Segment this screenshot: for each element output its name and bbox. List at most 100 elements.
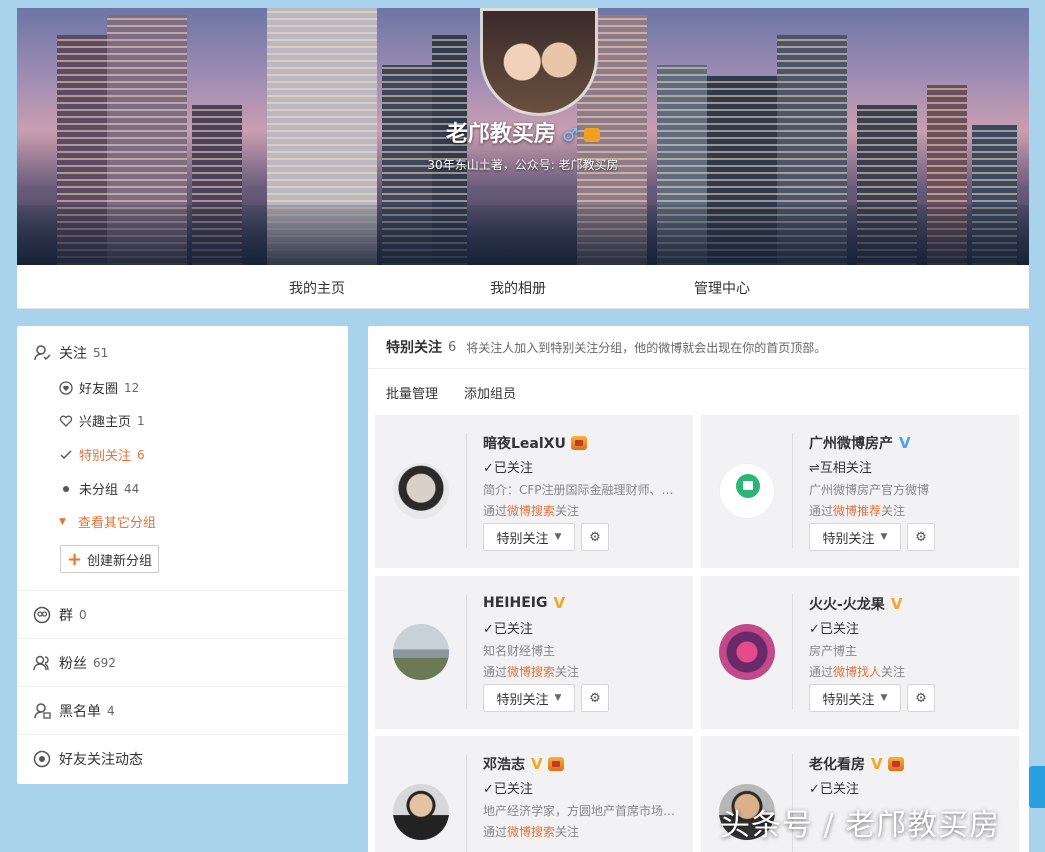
watermark: 头条号 / 老邝教买房 (720, 808, 1001, 843)
heart-icon (59, 415, 73, 427)
add-member-link[interactable]: 添加组员 (464, 383, 516, 402)
user-avatar[interactable] (393, 463, 449, 519)
follow-status: ⇌互相关注 (809, 461, 872, 476)
profile-description: 30年东山土著，公众号: 老邝教买房 (427, 158, 619, 172)
special-follow-dropdown[interactable]: 特别关注 ▼ (809, 684, 901, 712)
user-avatar[interactable] (719, 463, 775, 519)
nav-manage[interactable]: 管理中心 (694, 278, 750, 298)
group-icon (33, 606, 51, 624)
verified-blue-icon: V (899, 434, 911, 452)
follow-status: ✓已关注 (809, 622, 859, 637)
user-name[interactable]: HEIHEIG V (483, 594, 565, 612)
check-icon: ✓ (483, 461, 494, 476)
sidebar-item-groups[interactable]: 群0 (33, 605, 87, 625)
sidebar-item-ungrouped[interactable]: 未分组 44 (59, 479, 139, 498)
follow-status: ✓已关注 (483, 461, 533, 476)
check-icon: ✓ (483, 622, 494, 637)
follow-source: 通过微博搜索关注 (483, 504, 580, 518)
user-bio: 知名财经博主 (483, 644, 556, 658)
follow-source: 通过微博搜索关注 (483, 665, 580, 679)
divider (792, 433, 793, 548)
gear-icon[interactable]: ⚙ (581, 684, 609, 712)
fans-icon (33, 655, 49, 671)
sidebar-item-follow[interactable]: 关注 51 (33, 343, 108, 363)
user-bio: 地产经济学家，方圆地产首席市场… (483, 804, 676, 818)
plus-icon: + (66, 548, 83, 570)
follow-source: 通过微博找人关注 (809, 665, 906, 679)
special-follow-dropdown[interactable]: 特别关注 ▼ (809, 523, 901, 551)
sidebar: 关注 51 好友圈 12 兴趣主页 1 特别关注 6 未分组 44 ▼ 查看其它分组 + 创… (17, 326, 348, 784)
profile-name: 老邝教买房 ♂ (17, 116, 1029, 148)
sidebar-item-friends-feed[interactable]: 好友关注动态 (33, 749, 143, 769)
user-bio: 简介：CFP注册国际金融理财师、… (483, 483, 674, 497)
verified-gold-icon: V (871, 755, 883, 773)
special-follow-dropdown[interactable]: 特别关注 ▼ (483, 523, 575, 551)
sidebar-item-interest[interactable]: 兴趣主页 1 (59, 411, 145, 430)
batch-manage-link[interactable]: 批量管理 (386, 383, 438, 402)
create-group-button[interactable]: + 创建新分组 (60, 545, 159, 573)
follow-status: ✓已关注 (809, 782, 859, 797)
divider (17, 590, 348, 591)
verified-gold-icon: V (890, 595, 903, 613)
back-to-top-button[interactable] (1029, 766, 1045, 808)
user-bio: 房产博主 (809, 644, 858, 658)
vip-crown-icon (584, 128, 601, 142)
caret-down-icon: ▼ (59, 516, 66, 527)
sidebar-item-blacklist[interactable]: 黑名单 4 (33, 701, 115, 721)
dot-icon (63, 485, 69, 492)
sidebar-item-special[interactable]: 特别关注 6 (59, 445, 145, 464)
user-name[interactable]: 邓浩志 V (483, 754, 564, 774)
caret-down-icon: ▼ (880, 693, 888, 703)
user-name[interactable]: 广州微博房产 V (809, 433, 911, 453)
cover-banner: 老邝教买房 ♂ 30年东山土著，公众号: 老邝教买房 (17, 8, 1029, 265)
user-name[interactable]: 暗夜LealXU (483, 433, 587, 453)
sidebar-item-fans[interactable]: 粉丝 692 (33, 653, 116, 673)
divider (17, 734, 348, 735)
follow-source: 通过微博推荐关注 (809, 504, 906, 518)
check-icon: ✓ (483, 782, 494, 797)
main-panel: 特别关注 6 将关注人加入到特别关注分组，他的微博就会出现在你的首页顶部。 批量… (368, 326, 1029, 852)
sidebar-item-friends[interactable]: 好友圈 12 (59, 378, 139, 397)
vip-crown-icon (887, 757, 904, 771)
divider (792, 594, 793, 709)
user-avatar[interactable] (719, 624, 775, 680)
divider (17, 686, 348, 687)
profile-nav: 我的主页 我的相册 管理中心 (17, 265, 1029, 309)
user-avatar[interactable] (393, 624, 449, 680)
user-name[interactable]: 老化看房 V (809, 754, 904, 774)
check-icon: ✓ (809, 622, 820, 637)
gear-icon[interactable]: ⚙ (581, 523, 609, 551)
verified-gold-icon: V (531, 755, 543, 773)
divider (466, 754, 467, 852)
caret-down-icon: ▼ (554, 693, 562, 703)
target-icon (33, 750, 51, 768)
sidebar-more-groups[interactable]: ▼ 查看其它分组 (59, 512, 156, 531)
nav-album[interactable]: 我的相册 (490, 278, 546, 298)
caret-down-icon: ▼ (880, 532, 888, 542)
user-card: 暗夜LealXU ✓已关注 简介：CFP注册国际金融理财师、… 通过微博搜索关注… (375, 415, 693, 568)
user-card: 邓浩志 V ✓已关注 地产经济学家，方圆地产首席市场… 通过微博搜索关注 (375, 736, 693, 852)
special-follow-dropdown[interactable]: 特别关注 ▼ (483, 684, 575, 712)
follow-status: ✓已关注 (483, 622, 533, 637)
divider (466, 433, 467, 548)
check-icon (60, 450, 72, 459)
follow-icon (34, 345, 51, 361)
user-name[interactable]: 火火-火龙果 V (809, 594, 902, 614)
user-card: HEIHEIG V ✓已关注 知名财经博主 通过微博搜索关注 特别关注 ▼ ⚙ (375, 576, 693, 729)
check-icon: ✓ (809, 782, 820, 797)
gear-icon[interactable]: ⚙ (907, 684, 935, 712)
follow-status: ✓已关注 (483, 782, 533, 797)
user-avatar[interactable] (393, 784, 449, 840)
circle-heart-icon (59, 380, 73, 395)
user-card: 火火-火龙果 V ✓已关注 房产博主 通过微博找人关注 特别关注 ▼ ⚙ (701, 576, 1019, 729)
user-card: 广州微博房产 V ⇌互相关注 广州微博房产官方微博 通过微博推荐关注 特别关注 ▼ … (701, 415, 1019, 568)
gear-icon[interactable]: ⚙ (907, 523, 935, 551)
blacklist-icon (34, 703, 51, 719)
user-bio: 广州微博房产官方微博 (809, 483, 930, 497)
vip-crown-icon (547, 757, 564, 771)
verified-gold-icon: V (553, 594, 566, 612)
mutual-icon: ⇌ (809, 461, 820, 476)
follow-source: 通过微博搜索关注 (483, 825, 580, 839)
nav-home[interactable]: 我的主页 (289, 278, 345, 298)
divider (466, 594, 467, 709)
